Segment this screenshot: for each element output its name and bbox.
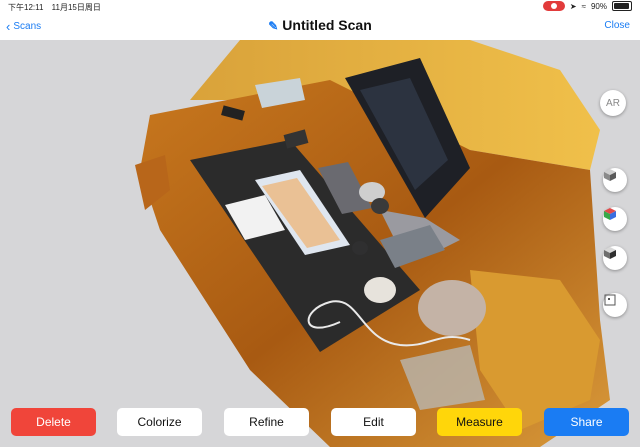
scan-viewport[interactable]: AR: [0, 40, 640, 447]
close-button[interactable]: Close: [604, 20, 630, 31]
scan-title: Untitled Scan: [282, 17, 372, 33]
colorized-mode-button[interactable]: [603, 207, 627, 231]
bounding-box-button[interactable]: [603, 293, 627, 317]
textured-mode-button[interactable]: [603, 246, 627, 270]
scan-cup: [352, 241, 368, 255]
ar-button[interactable]: AR: [600, 90, 626, 116]
colorized-cube-icon: [604, 208, 616, 220]
scan-model: [135, 40, 610, 447]
wifi-icon: ≈: [581, 1, 586, 11]
status-bar: 下午12:11 11月15日周日 ➤ ≈ 90%: [0, 0, 640, 14]
refine-button[interactable]: Refine: [224, 408, 309, 436]
status-date: 11月15日周日: [51, 3, 101, 12]
textured-cube-icon: [604, 247, 616, 259]
scan-speaker: [371, 198, 389, 214]
page-title[interactable]: ✎ Untitled Scan: [0, 17, 640, 33]
battery-icon: [612, 1, 632, 11]
solid-mode-button[interactable]: [603, 168, 627, 192]
pencil-icon: ✎: [268, 19, 279, 33]
bounding-box-icon: [604, 294, 616, 306]
status-time-date: 下午12:11 11月15日周日: [8, 2, 107, 13]
status-indicators: ➤ ≈ 90%: [542, 1, 632, 11]
share-button[interactable]: Share: [544, 408, 629, 436]
scan-round-object: [418, 280, 486, 336]
measure-button[interactable]: Measure: [437, 408, 522, 436]
navigation-bar: ‹ Scans ✎ Untitled Scan Close: [0, 14, 640, 40]
location-icon: ➤: [569, 1, 577, 11]
screen-recording-icon[interactable]: [542, 1, 565, 11]
battery-percent: 90%: [590, 1, 607, 11]
colorize-button[interactable]: Colorize: [117, 408, 202, 436]
delete-button[interactable]: Delete: [11, 408, 96, 436]
status-time: 下午12:11: [8, 3, 44, 12]
edit-button[interactable]: Edit: [331, 408, 416, 436]
ar-label: AR: [606, 97, 620, 109]
scan-tape-roll: [364, 277, 396, 303]
solid-cube-icon: [604, 169, 616, 181]
